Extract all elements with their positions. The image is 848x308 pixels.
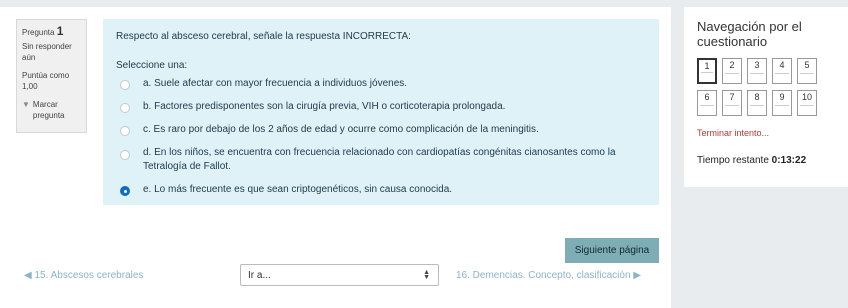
answer-label: c. Es raro por debajo de los 2 años de e… <box>143 124 539 135</box>
answer-option-a[interactable]: a. Suele afectar con mayor frecuencia a … <box>116 77 646 91</box>
flag-question-label: Marcar pregunta <box>32 100 65 120</box>
page-navigation: ◀ 15. Abscesos cerebrales Ir a... ▲ ▼ 16.… <box>0 264 671 286</box>
jump-to-label: Ir a... <box>248 269 271 281</box>
previous-activity-link[interactable]: ◀ 15. Abscesos cerebrales <box>24 270 143 281</box>
answer-option-b[interactable]: b. Factores predisponentes son la cirugí… <box>116 100 646 114</box>
quiz-navigation-title: Navegación por el cuestionario <box>697 19 802 49</box>
flag-question-button[interactable]: ▼ Marcar pregunta <box>22 99 81 121</box>
jump-to-select[interactable]: Ir a... ▲ ▼ <box>240 264 439 286</box>
quiz-navigation-block: Navegación por el cuestionario 1 2 3 4 5… <box>684 7 848 187</box>
question-label: Pregunta <box>22 28 55 37</box>
question-nav-button-8[interactable]: 8 <box>747 90 767 116</box>
radio-button[interactable] <box>120 103 130 113</box>
question-grade: Puntúa como 1,00 <box>22 71 70 91</box>
question-number-value: 1 <box>56 24 64 38</box>
next-activity-link[interactable]: 16. Demencias. Concepto, clasificación ▶ <box>456 270 641 281</box>
answer-option-c[interactable]: c. Es raro por debajo de los 2 años de e… <box>116 123 646 137</box>
answer-option-e[interactable]: e. Lo más frecuente es que sean criptoge… <box>116 183 646 197</box>
question-nav-button-5[interactable]: 5 <box>797 58 817 84</box>
question-text: Respecto al absceso cerebral, señale la … <box>116 31 411 42</box>
timer-label: Tiempo restante <box>697 155 769 166</box>
answer-list: a. Suele afectar con mayor frecuencia a … <box>116 77 646 197</box>
question-nav-button-1[interactable]: 1 <box>697 58 717 84</box>
answer-label: a. Suele afectar con mayor frecuencia a … <box>143 78 408 89</box>
radio-button-selected[interactable] <box>120 186 130 196</box>
radio-button[interactable] <box>120 80 130 90</box>
question-state: Sin responder aún <box>22 42 72 62</box>
time-remaining: Tiempo restante 0:13:22 <box>697 155 835 166</box>
question-content: Respecto al absceso cerebral, señale la … <box>103 19 659 205</box>
answer-prompt: Seleccione una: <box>116 60 188 71</box>
question-info-panel: Pregunta 1 Sin responder aún Puntúa como… <box>16 19 87 133</box>
select-arrows-icon: ▲ ▼ <box>423 269 430 281</box>
next-page-button[interactable]: Siguiente página <box>565 238 659 263</box>
answer-label: b. Factores predisponentes son la cirugí… <box>143 101 506 112</box>
answer-label: d. En los niños, se encuentra con frecue… <box>143 147 616 172</box>
question-nav-button-2[interactable]: 2 <box>722 58 742 84</box>
question-nav-button-4[interactable]: 4 <box>772 58 792 84</box>
finish-attempt-link[interactable]: Terminar intento... <box>697 128 835 138</box>
answer-label: e. Lo más frecuente es que sean criptoge… <box>143 184 453 195</box>
timer-value: 0:13:22 <box>771 155 807 166</box>
radio-button[interactable] <box>120 150 130 160</box>
question-nav-grid: 1 2 3 4 5 6 7 8 9 10 <box>697 58 835 116</box>
flag-icon: ▼ <box>22 100 30 109</box>
question-nav-button-10[interactable]: 10 <box>797 90 817 116</box>
question-nav-button-7[interactable]: 7 <box>722 90 742 116</box>
question-nav-button-3[interactable]: 3 <box>747 58 767 84</box>
question-nav-button-9[interactable]: 9 <box>772 90 792 116</box>
radio-button[interactable] <box>120 126 130 136</box>
answer-option-d[interactable]: d. En los niños, se encuentra con frecue… <box>116 146 646 174</box>
question-number: Pregunta 1 <box>22 24 81 38</box>
question-nav-button-6[interactable]: 6 <box>697 90 717 116</box>
